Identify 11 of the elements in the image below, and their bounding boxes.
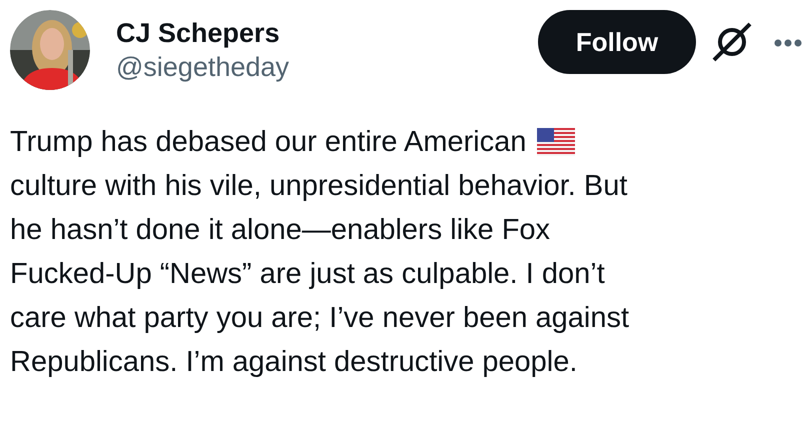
- author-handle[interactable]: @siegetheday: [116, 50, 290, 84]
- author-name[interactable]: CJ Schepers: [116, 16, 290, 50]
- more-icon[interactable]: [774, 38, 802, 48]
- follow-button[interactable]: Follow: [538, 10, 696, 74]
- tweet-text-line: culture with his vile, unpresidential behavior. But: [10, 169, 628, 204]
- tweet-text-line: Trump has debased our entire American: [10, 125, 526, 160]
- tweet-text-line: Republicans. I’m against destructive people.: [10, 345, 578, 380]
- tweet-text-line: he hasn’t done it alone—enablers like Fox: [10, 213, 550, 248]
- tweet-text-line: Fucked-Up “News” are just as culpable. I don’t: [10, 257, 605, 292]
- flag-icon: [536, 128, 576, 156]
- tweet-text-line: care what party you are; I’ve never been against: [10, 301, 630, 336]
